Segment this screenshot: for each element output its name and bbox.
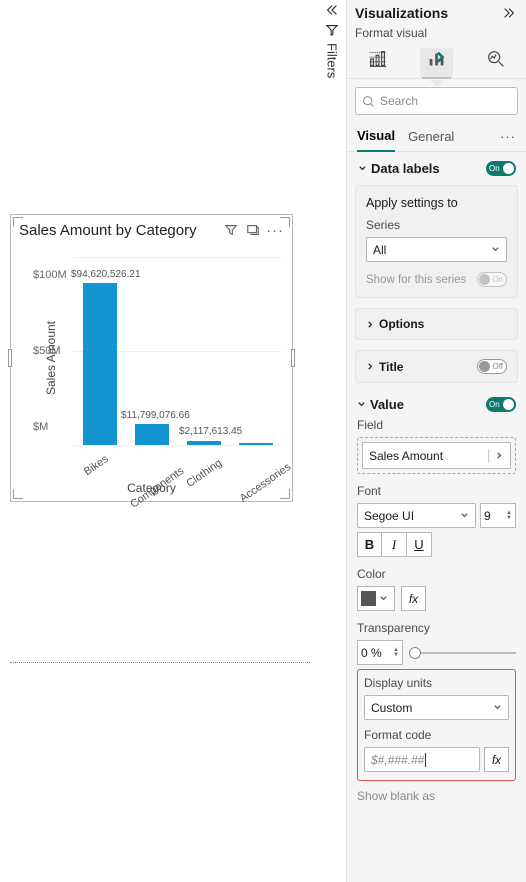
value-section-label[interactable]: Value [370,397,404,412]
display-units-select[interactable]: Custom [364,695,509,720]
data-label: $2,117,613.45 [179,426,242,437]
search-icon [362,95,375,108]
format-code-label: Format code [364,728,509,742]
filter-icon[interactable] [222,221,240,239]
resize-corner-tr[interactable] [280,217,290,227]
toggle-data-labels[interactable]: On [486,161,516,176]
apply-settings-card: Apply settings to Series All Show for th… [355,185,518,298]
analytics-tab[interactable] [479,48,512,78]
format-code-input[interactable]: $#,###.## [364,747,480,772]
color-picker[interactable] [357,586,395,611]
italic-button[interactable]: I [382,532,407,557]
chart-visual-tile[interactable]: Sales Amount by Category ··· Sales Amoun… [10,214,293,502]
chevron-down-icon [460,511,469,520]
y-tick: $50M [33,345,61,357]
color-label: Color [357,567,516,581]
highlight-display-units: Display units Custom Format code $#,###.… [357,669,516,781]
display-units-label: Display units [364,676,509,690]
title-section[interactable]: Title Off [355,350,518,383]
collapse-panes-icon[interactable] [323,3,341,17]
bar-clothing[interactable] [187,441,221,445]
options-section[interactable]: Options [355,308,518,340]
fx-button[interactable]: fx [401,586,426,611]
resize-handle-right[interactable] [291,349,295,367]
page-guide-line [10,662,310,663]
apply-settings-title: Apply settings to [366,196,507,210]
format-code-fx-button[interactable]: fx [484,747,509,772]
chevron-down-icon [491,245,500,254]
bold-button[interactable]: B [357,532,382,557]
panel-subtitle: Format visual [347,22,526,46]
chevron-down-icon[interactable] [357,400,366,409]
chevron-down-icon [379,594,388,603]
toggle-value[interactable]: On [486,397,516,412]
transparency-input[interactable]: 0 % ▲▼ [357,640,403,665]
expand-panel-icon[interactable] [500,4,518,22]
chevron-down-icon[interactable] [357,164,367,174]
y-axis-title: Sales Amount [44,321,58,395]
tab-general[interactable]: General [408,122,454,151]
font-size-input[interactable]: 9 ▲▼ [480,503,516,528]
x-category: Bikes [82,453,111,478]
panel-title: Visualizations [355,5,448,21]
toggle-title[interactable]: Off [477,359,507,374]
tab-more-icon[interactable]: ··· [500,129,516,144]
x-axis-title: Category [11,481,292,495]
bar-components[interactable] [135,424,169,445]
search-input[interactable]: Search [355,87,518,115]
chevron-down-icon [493,703,502,712]
transparency-slider[interactable] [409,652,516,654]
font-label: Font [357,484,516,498]
resize-handle-left[interactable] [8,349,12,367]
resize-corner-tl[interactable] [13,217,23,227]
show-blank-as-label: Show blank as [357,789,516,803]
underline-button[interactable]: U [407,532,432,557]
field-chevron-icon[interactable] [488,449,504,463]
toggle-show-for-series: On [477,272,507,287]
chart-title: Sales Amount by Category [19,222,218,239]
field-label: Field [357,418,516,432]
filters-pane-label[interactable]: Filters [325,43,340,78]
chevron-right-icon [366,362,375,371]
data-label: $94,620,526.21 [71,269,141,280]
visualizations-panel: Visualizations Format visual Search Visu… [346,0,526,882]
section-data-labels[interactable]: Data labels [371,161,440,176]
tab-visual[interactable]: Visual [357,121,395,152]
y-tick: $M [33,421,48,433]
series-select[interactable]: All [366,237,507,262]
transparency-label: Transparency [357,621,516,635]
field-value: Sales Amount [369,449,443,463]
chart-plot-area: $94,620,526.21 $11,799,076.66 $2,117,613… [73,257,282,445]
series-label: Series [366,218,507,232]
font-family-select[interactable]: Segoe UI [357,503,476,528]
filters-icon[interactable] [323,23,341,37]
focus-mode-icon[interactable] [244,221,262,239]
build-visual-tab[interactable] [361,48,394,78]
bar-bikes[interactable] [83,283,117,445]
field-well[interactable]: Sales Amount [357,437,516,474]
search-placeholder: Search [380,94,418,108]
y-tick: $100M [33,269,67,281]
chevron-right-icon [366,320,375,329]
show-for-series-label: Show for this series [366,274,466,286]
data-label: $11,799,076.66 [121,410,190,421]
format-visual-tab[interactable] [420,48,453,78]
bar-accessories[interactable] [239,443,273,445]
